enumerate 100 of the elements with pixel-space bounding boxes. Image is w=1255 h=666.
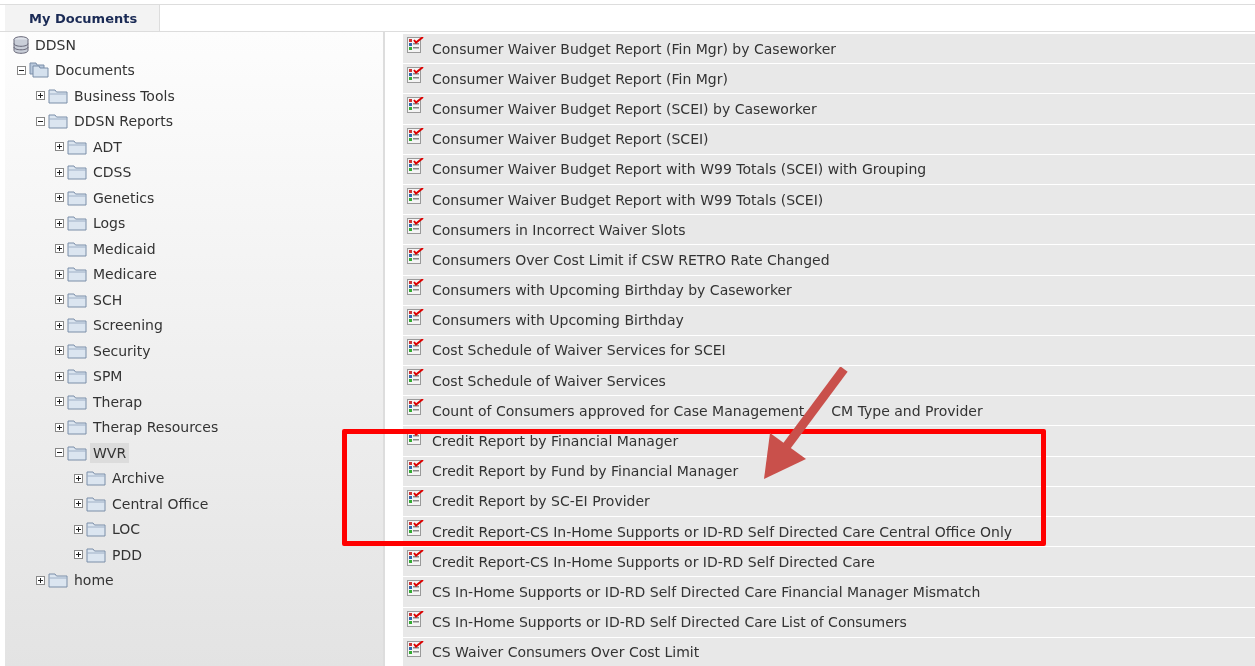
report-title: CS Waiver Consumers Over Cost Limit [432,644,700,661]
report-item[interactable]: Consumer Waiver Budget Report (SCEI) by Caseworker [403,94,1255,124]
tree-item[interactable]: DDSN [32,34,79,55]
report-item[interactable]: Consumers Over Cost Limit if CSW RETRO Rate Changed [403,245,1255,275]
report-item[interactable]: Consumers in Incorrect Waiver Slots [403,215,1255,245]
tree-item[interactable]: Central Office [109,493,212,514]
report-item[interactable]: Consumer Waiver Budget Report with W99 Totals (SCEI) with Grouping [403,154,1255,184]
report-icon [407,308,424,326]
tree-item[interactable]: ADT [90,136,125,157]
report-icon [407,187,424,205]
expander-icon[interactable] [36,116,45,126]
report-icon [407,278,424,296]
expander-icon[interactable] [55,346,64,356]
folder-icon [86,546,106,563]
expander-icon[interactable] [55,244,64,254]
tree-item[interactable]: Security [90,340,154,361]
tree-item[interactable]: Screening [90,315,166,336]
folder-icon [67,266,87,283]
tree-item[interactable]: Therap [90,391,146,412]
report-item[interactable]: Consumer Waiver Budget Report (Fin Mgr) [403,64,1255,94]
folder-icon [48,572,68,589]
expander-icon[interactable] [36,575,45,585]
expander-icon[interactable] [17,65,26,75]
report-icon [407,399,424,417]
folder-icon [67,189,87,206]
report-icon [407,67,424,85]
report-item[interactable]: Cost Schedule of Waiver Services [403,366,1255,396]
expander-icon[interactable] [55,397,64,407]
folder-icon [67,164,87,181]
report-item[interactable]: CS In-Home Supports or ID-RD Self Directed Care Financial Manager Mismatch [403,577,1255,607]
tab[interactable]: My Documents [5,5,160,31]
report-item[interactable]: Credit Report-CS In-Home Supports or ID-RD Self Directed Care [403,547,1255,577]
report-title: Consumers with Upcoming Birthday [432,312,684,329]
expander-icon[interactable] [74,473,83,483]
tree-item[interactable]: Therap Resources [90,417,222,438]
report-item[interactable]: Cost Schedule of Waiver Services for SCEI [403,335,1255,366]
expander-icon[interactable] [74,524,83,534]
expander-icon[interactable] [55,422,64,432]
report-item[interactable]: Credit Report by SC-EI Provider [403,486,1255,516]
tree-item[interactable]: LOC [109,519,144,540]
folder-icon [67,368,87,385]
folder-icon [67,215,87,232]
tree-item[interactable]: SPM [90,366,126,387]
report-icon [407,157,424,175]
expander-icon[interactable] [74,499,83,509]
report-title: Consumer Waiver Budget Report with W99 Totals (SCEI) with Grouping [432,161,927,178]
report-item[interactable]: Consumer Waiver Budget Report with W99 Totals (SCEI) [403,184,1255,215]
folder-icon [67,342,87,359]
folder-icon [67,291,87,308]
folders-icon [29,62,49,79]
report-icon [407,550,424,568]
expander-icon[interactable] [55,269,64,279]
tree-item[interactable]: Business Tools [71,85,178,106]
report-title: Cost Schedule of Waiver Services for SCEI [432,342,726,359]
folder-icon [67,419,87,436]
report-item[interactable]: Consumers with Upcoming Birthday [403,305,1255,335]
report-title: Credit Report-CS In-Home Supports or ID-RD Self Directed Care [432,553,875,570]
report-title: Consumer Waiver Budget Report (Fin Mgr) [432,70,728,87]
report-title: Consumer Waiver Budget Report (SCEI) by Caseworker [432,100,817,117]
expander-icon[interactable] [55,142,64,152]
tree-item[interactable]: Medicaid [90,238,159,259]
expander-icon[interactable] [55,371,64,381]
report-item[interactable]: CS Waiver Consumers Over Cost Limit [403,637,1255,666]
report-item[interactable]: CS In-Home Supports or ID-RD Self Directed Care List of Consumers [403,607,1255,637]
tree-item[interactable]: SCH [90,289,126,310]
expander-icon[interactable] [55,167,64,177]
report-title: Consumers Over Cost Limit if CSW RETRO Rate Changed [432,251,830,268]
tree-item[interactable]: Archive [109,468,168,489]
tree-item[interactable]: Medicare [90,264,160,285]
report-title: CM Type and Provider [831,402,983,419]
tree-item[interactable]: Genetics [90,187,158,208]
folder-icon [86,470,106,487]
report-item[interactable]: Consumer Waiver Budget Report (Fin Mgr) by Caseworker [403,34,1255,64]
expander-icon[interactable] [55,320,64,330]
report-title: Credit Report by Fund by Financial Manager [432,463,739,480]
expander-icon[interactable] [55,218,64,228]
report-title: Credit Report-CS In-Home Supports or ID-RD Self Directed Care Central Office Only [432,523,1013,540]
report-item[interactable]: Credit Report by Fund by Financial Manager [403,456,1255,486]
tree-item[interactable]: Documents [52,60,138,81]
report-title: CS In-Home Supports or ID-RD Self Directed Care Financial Manager Mismatch [432,583,981,600]
report-item[interactable]: Count of Consumers approved for Case Management CM Type and Provider [403,396,1255,426]
report-item[interactable]: Consumers with Upcoming Birthday by Caseworker [403,275,1255,305]
tree-item[interactable]: PDD [109,544,145,565]
report-title: Credit Report by SC-EI Provider [432,493,650,510]
expander-icon[interactable] [36,91,45,101]
folder-icon [48,113,68,130]
expander-icon[interactable] [55,448,64,458]
expander-icon[interactable] [55,193,64,203]
tree-item[interactable]: DDSN Reports [71,111,177,132]
expander-icon[interactable] [55,295,64,305]
report-icon [407,459,424,477]
expander-icon[interactable] [74,550,83,560]
report-icon [407,369,424,387]
tree-item[interactable]: WVR [90,442,130,463]
tree-item[interactable]: CDSS [90,162,135,183]
report-title: Consumer Waiver Budget Report (SCEI) [432,131,709,148]
tree-item[interactable]: home [71,570,117,591]
report-item[interactable]: Consumer Waiver Budget Report (SCEI) [403,124,1255,154]
folder-icon [86,495,106,512]
tree-item[interactable]: Logs [90,213,129,234]
